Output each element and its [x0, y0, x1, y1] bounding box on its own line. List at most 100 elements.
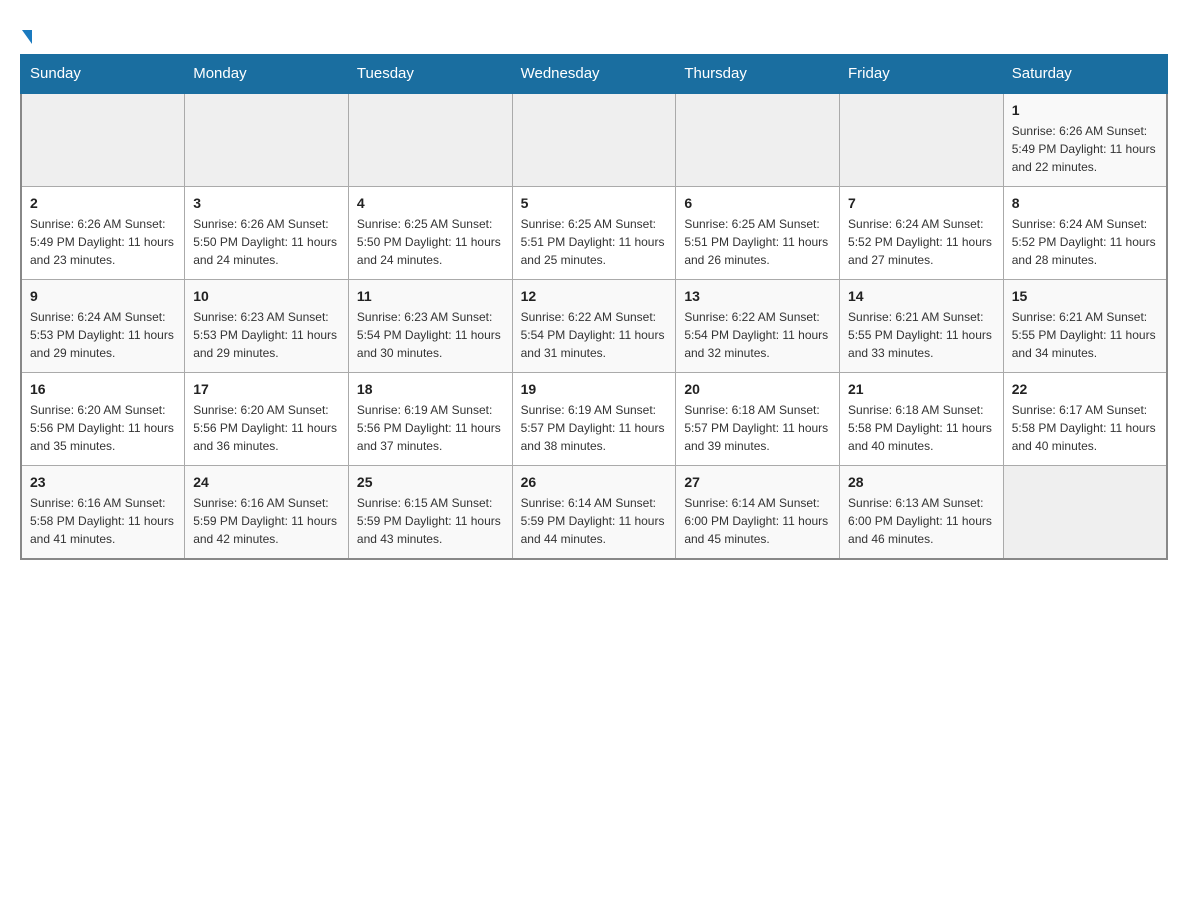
day-cell: 22 Sunrise: 6:17 AM Sunset: 5:58 PM Dayli…	[1003, 373, 1167, 466]
day-cell: 12 Sunrise: 6:22 AM Sunset: 5:54 PM Dayli…	[512, 280, 676, 373]
day-header-wednesday: Wednesday	[512, 55, 676, 94]
day-info: Sunrise: 6:18 AM Sunset: 5:57 PM Dayligh…	[684, 401, 831, 455]
day-info: Sunrise: 6:26 AM Sunset: 5:49 PM Dayligh…	[1012, 122, 1158, 176]
day-number: 24	[193, 474, 340, 490]
week-row: 23 Sunrise: 6:16 AM Sunset: 5:58 PM Dayli…	[21, 466, 1167, 560]
day-info: Sunrise: 6:25 AM Sunset: 5:50 PM Dayligh…	[357, 215, 504, 269]
day-info: Sunrise: 6:21 AM Sunset: 5:55 PM Dayligh…	[1012, 308, 1158, 362]
day-cell: 17Sunrise: 6:20 AM Sunset: 5:56 PM Dayli…	[185, 373, 349, 466]
day-info: Sunrise: 6:15 AM Sunset: 5:59 PM Dayligh…	[357, 494, 504, 548]
day-number: 12	[521, 288, 668, 304]
calendar-table: SundayMondayTuesdayWednesdayThursdayFrid…	[20, 54, 1168, 560]
day-header-thursday: Thursday	[676, 55, 840, 94]
day-cell: 23 Sunrise: 6:16 AM Sunset: 5:58 PM Dayli…	[21, 466, 185, 560]
day-cell: 16Sunrise: 6:20 AM Sunset: 5:56 PM Dayli…	[21, 373, 185, 466]
day-cell: 2 Sunrise: 6:26 AM Sunset: 5:49 PM Daylig…	[21, 187, 185, 280]
day-info: Sunrise: 6:16 AM Sunset: 5:59 PM Dayligh…	[193, 494, 340, 548]
day-info: Sunrise: 6:25 AM Sunset: 5:51 PM Dayligh…	[684, 215, 831, 269]
day-number: 17	[193, 381, 340, 397]
day-info: Sunrise: 6:18 AM Sunset: 5:58 PM Dayligh…	[848, 401, 995, 455]
week-row: 16Sunrise: 6:20 AM Sunset: 5:56 PM Dayli…	[21, 373, 1167, 466]
day-cell: 6 Sunrise: 6:25 AM Sunset: 5:51 PM Daylig…	[676, 187, 840, 280]
day-cell	[512, 93, 676, 187]
day-cell: 19 Sunrise: 6:19 AM Sunset: 5:57 PM Dayli…	[512, 373, 676, 466]
day-number: 13	[684, 288, 831, 304]
day-cell: 13 Sunrise: 6:22 AM Sunset: 5:54 PM Dayli…	[676, 280, 840, 373]
week-row: 2 Sunrise: 6:26 AM Sunset: 5:49 PM Daylig…	[21, 187, 1167, 280]
day-cell	[840, 93, 1004, 187]
day-info: Sunrise: 6:14 AM Sunset: 5:59 PM Dayligh…	[521, 494, 668, 548]
day-cell: 28 Sunrise: 6:13 AM Sunset: 6:00 PM Dayli…	[840, 466, 1004, 560]
logo	[20, 20, 32, 44]
day-number: 8	[1012, 195, 1158, 211]
day-cell: 4 Sunrise: 6:25 AM Sunset: 5:50 PM Daylig…	[348, 187, 512, 280]
day-number: 15	[1012, 288, 1158, 304]
day-number: 1	[1012, 102, 1158, 118]
day-info: Sunrise: 6:24 AM Sunset: 5:52 PM Dayligh…	[1012, 215, 1158, 269]
day-number: 22	[1012, 381, 1158, 397]
day-cell: 3 Sunrise: 6:26 AM Sunset: 5:50 PM Daylig…	[185, 187, 349, 280]
day-info: Sunrise: 6:26 AM Sunset: 5:50 PM Dayligh…	[193, 215, 340, 269]
day-cell: 11 Sunrise: 6:23 AM Sunset: 5:54 PM Dayli…	[348, 280, 512, 373]
day-number: 4	[357, 195, 504, 211]
day-info: Sunrise: 6:22 AM Sunset: 5:54 PM Dayligh…	[684, 308, 831, 362]
day-info: Sunrise: 6:21 AM Sunset: 5:55 PM Dayligh…	[848, 308, 995, 362]
day-cell: 24 Sunrise: 6:16 AM Sunset: 5:59 PM Dayli…	[185, 466, 349, 560]
calendar-body: 1 Sunrise: 6:26 AM Sunset: 5:49 PM Daylig…	[21, 93, 1167, 559]
day-info: Sunrise: 6:16 AM Sunset: 5:58 PM Dayligh…	[30, 494, 176, 548]
day-cell: 9 Sunrise: 6:24 AM Sunset: 5:53 PM Daylig…	[21, 280, 185, 373]
day-number: 2	[30, 195, 176, 211]
day-number: 9	[30, 288, 176, 304]
day-number: 10	[193, 288, 340, 304]
day-number: 11	[357, 288, 504, 304]
day-header-monday: Monday	[185, 55, 349, 94]
day-number: 16	[30, 381, 176, 397]
day-cell	[21, 93, 185, 187]
day-cell: 27 Sunrise: 6:14 AM Sunset: 6:00 PM Dayli…	[676, 466, 840, 560]
day-info: Sunrise: 6:26 AM Sunset: 5:49 PM Dayligh…	[30, 215, 176, 269]
day-cell: 1 Sunrise: 6:26 AM Sunset: 5:49 PM Daylig…	[1003, 93, 1167, 187]
day-cell: 20Sunrise: 6:18 AM Sunset: 5:57 PM Dayli…	[676, 373, 840, 466]
day-info: Sunrise: 6:13 AM Sunset: 6:00 PM Dayligh…	[848, 494, 995, 548]
day-info: Sunrise: 6:23 AM Sunset: 5:53 PM Dayligh…	[193, 308, 340, 362]
day-info: Sunrise: 6:19 AM Sunset: 5:56 PM Dayligh…	[357, 401, 504, 455]
day-info: Sunrise: 6:24 AM Sunset: 5:52 PM Dayligh…	[848, 215, 995, 269]
day-info: Sunrise: 6:23 AM Sunset: 5:54 PM Dayligh…	[357, 308, 504, 362]
day-number: 28	[848, 474, 995, 490]
day-cell	[185, 93, 349, 187]
day-info: Sunrise: 6:25 AM Sunset: 5:51 PM Dayligh…	[521, 215, 668, 269]
day-info: Sunrise: 6:14 AM Sunset: 6:00 PM Dayligh…	[684, 494, 831, 548]
day-header-saturday: Saturday	[1003, 55, 1167, 94]
day-number: 27	[684, 474, 831, 490]
day-cell	[676, 93, 840, 187]
header-row: SundayMondayTuesdayWednesdayThursdayFrid…	[21, 55, 1167, 94]
day-info: Sunrise: 6:17 AM Sunset: 5:58 PM Dayligh…	[1012, 401, 1158, 455]
day-cell: 25 Sunrise: 6:15 AM Sunset: 5:59 PM Dayli…	[348, 466, 512, 560]
day-number: 5	[521, 195, 668, 211]
day-info: Sunrise: 6:24 AM Sunset: 5:53 PM Dayligh…	[30, 308, 176, 362]
week-row: 1 Sunrise: 6:26 AM Sunset: 5:49 PM Daylig…	[21, 93, 1167, 187]
logo-arrow-icon	[22, 30, 32, 44]
day-cell: 8 Sunrise: 6:24 AM Sunset: 5:52 PM Daylig…	[1003, 187, 1167, 280]
day-cell: 26Sunrise: 6:14 AM Sunset: 5:59 PM Dayli…	[512, 466, 676, 560]
day-cell: 18 Sunrise: 6:19 AM Sunset: 5:56 PM Dayli…	[348, 373, 512, 466]
week-row: 9 Sunrise: 6:24 AM Sunset: 5:53 PM Daylig…	[21, 280, 1167, 373]
day-number: 23	[30, 474, 176, 490]
page-header	[20, 20, 1168, 44]
day-header-friday: Friday	[840, 55, 1004, 94]
day-cell	[1003, 466, 1167, 560]
day-number: 21	[848, 381, 995, 397]
day-info: Sunrise: 6:22 AM Sunset: 5:54 PM Dayligh…	[521, 308, 668, 362]
day-cell: 5 Sunrise: 6:25 AM Sunset: 5:51 PM Daylig…	[512, 187, 676, 280]
day-number: 19	[521, 381, 668, 397]
day-header-tuesday: Tuesday	[348, 55, 512, 94]
day-cell: 15 Sunrise: 6:21 AM Sunset: 5:55 PM Dayli…	[1003, 280, 1167, 373]
day-cell: 21 Sunrise: 6:18 AM Sunset: 5:58 PM Dayli…	[840, 373, 1004, 466]
calendar-header: SundayMondayTuesdayWednesdayThursdayFrid…	[21, 55, 1167, 94]
day-number: 25	[357, 474, 504, 490]
day-number: 18	[357, 381, 504, 397]
day-number: 6	[684, 195, 831, 211]
day-number: 3	[193, 195, 340, 211]
day-info: Sunrise: 6:19 AM Sunset: 5:57 PM Dayligh…	[521, 401, 668, 455]
day-cell	[348, 93, 512, 187]
